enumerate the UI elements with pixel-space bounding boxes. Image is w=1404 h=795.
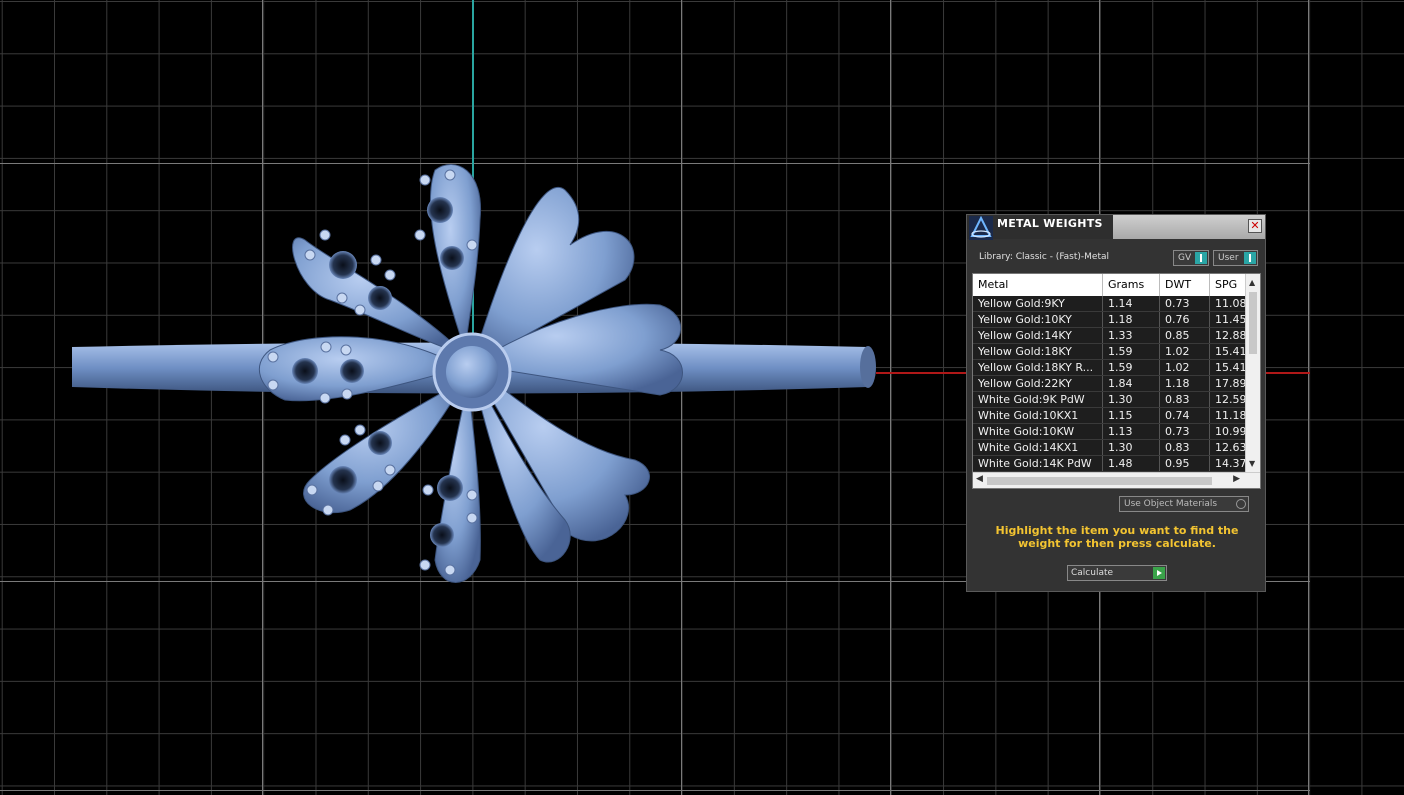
gv-toggle[interactable]: GV: [1173, 250, 1209, 266]
cell-dwt: 0.73: [1160, 296, 1210, 311]
user-toggle[interactable]: User: [1213, 250, 1258, 266]
table-row[interactable]: White Gold:9K PdW 1.30 0.83 12.59: [973, 392, 1245, 408]
table-row[interactable]: White Gold:10KW 1.13 0.73 10.99: [973, 424, 1245, 440]
metal-weights-panel: METAL WEIGHTS ✕ Library: Classic - (Fast…: [966, 214, 1266, 592]
cell-metal: Yellow Gold:22KY: [973, 376, 1103, 391]
column-header-dwt[interactable]: DWT: [1160, 274, 1210, 296]
app-logo-icon: [969, 216, 993, 240]
cell-spg: 10.99: [1210, 424, 1245, 439]
cell-spg: 11.08: [1210, 296, 1245, 311]
calculate-button[interactable]: Calculate: [1067, 565, 1167, 581]
cell-dwt: 0.73: [1160, 424, 1210, 439]
cell-dwt: 0.83: [1160, 392, 1210, 407]
cell-grams: 1.84: [1103, 376, 1160, 391]
cell-grams: 1.59: [1103, 344, 1160, 359]
grid-major-line: [1308, 0, 1309, 795]
table-row[interactable]: Yellow Gold:22KY 1.84 1.18 17.89: [973, 376, 1245, 392]
cell-dwt: 1.02: [1160, 344, 1210, 359]
ring-3d-model[interactable]: [60, 150, 880, 600]
toggle-indicator-icon: [1195, 252, 1207, 264]
use-object-materials-label: Use Object Materials: [1124, 499, 1218, 509]
table-row[interactable]: Yellow Gold:18KY 1.59 1.02 15.41: [973, 344, 1245, 360]
cell-grams: 1.33: [1103, 328, 1160, 343]
toggle-indicator-icon: [1244, 252, 1256, 264]
cell-dwt: 0.83: [1160, 440, 1210, 455]
cell-metal: White Gold:10KX1: [973, 408, 1103, 423]
cell-metal: White Gold:14KX1: [973, 440, 1103, 455]
cell-grams: 1.30: [1103, 392, 1160, 407]
cell-metal: Yellow Gold:18KY: [973, 344, 1103, 359]
vertical-scrollbar[interactable]: ▲ ▼: [1245, 274, 1260, 472]
cell-dwt: 1.02: [1160, 360, 1210, 375]
center-stone-seat: [446, 346, 498, 398]
grid-major-line: [0, 790, 1310, 791]
library-label: Library: Classic - (Fast)-Metal: [979, 252, 1110, 262]
cell-spg: 12.59: [1210, 392, 1245, 407]
grid-major-line: [890, 0, 891, 795]
cell-grams: 1.48: [1103, 456, 1160, 471]
scroll-thumb[interactable]: [1249, 292, 1257, 354]
radio-indicator-icon: [1236, 499, 1246, 509]
table-row[interactable]: Yellow Gold:9KY 1.14 0.73 11.08: [973, 296, 1245, 312]
table-row[interactable]: White Gold:10KX1 1.15 0.74 11.18: [973, 408, 1245, 424]
cell-metal: Yellow Gold:10KY: [973, 312, 1103, 327]
cell-spg: 15.41: [1210, 344, 1245, 359]
user-toggle-label: User: [1218, 253, 1239, 263]
instructions-text: Highlight the item you want to find the …: [995, 524, 1239, 550]
cell-metal: Yellow Gold:9KY: [973, 296, 1103, 311]
use-object-materials-toggle[interactable]: Use Object Materials: [1119, 496, 1249, 512]
scroll-left-icon[interactable]: ◀: [976, 474, 983, 484]
table-row[interactable]: Yellow Gold:18KY R... 1.59 1.02 15.41: [973, 360, 1245, 376]
metal-weights-table[interactable]: Metal Grams DWT SPG Yellow Gold:9KY 1.14 0…: [972, 273, 1261, 489]
table-row[interactable]: Yellow Gold:14KY 1.33 0.85 12.88: [973, 328, 1245, 344]
scroll-right-icon[interactable]: ▶: [1233, 474, 1240, 484]
gv-toggle-label: GV: [1178, 253, 1192, 263]
cell-metal: White Gold:9K PdW: [973, 392, 1103, 407]
cell-metal: Yellow Gold:18KY R...: [973, 360, 1103, 375]
cell-metal: Yellow Gold:14KY: [973, 328, 1103, 343]
cell-dwt: 0.85: [1160, 328, 1210, 343]
table-header: Metal Grams DWT SPG: [973, 274, 1245, 296]
table-row[interactable]: White Gold:14KX1 1.30 0.83 12.63: [973, 440, 1245, 456]
cell-grams: 1.14: [1103, 296, 1160, 311]
table-body: Yellow Gold:9KY 1.14 0.73 11.08 Yellow Gold:…: [973, 296, 1245, 472]
panel-title: METAL WEIGHTS: [997, 217, 1103, 230]
table-row[interactable]: White Gold:14K PdW 1.48 0.95 14.37: [973, 456, 1245, 472]
scroll-up-icon[interactable]: ▲: [1249, 278, 1255, 287]
cell-grams: 1.30: [1103, 440, 1160, 455]
column-header-metal[interactable]: Metal: [973, 274, 1103, 296]
horizontal-scrollbar[interactable]: ◀ ▶: [973, 472, 1260, 488]
cell-grams: 1.13: [1103, 424, 1160, 439]
column-header-spg[interactable]: SPG: [1210, 274, 1250, 296]
cell-dwt: 1.18: [1160, 376, 1210, 391]
cell-spg: 14.37: [1210, 456, 1245, 471]
cell-grams: 1.15: [1103, 408, 1160, 423]
cell-metal: White Gold:14K PdW: [973, 456, 1103, 471]
cell-metal: White Gold:10KW: [973, 424, 1103, 439]
cell-spg: 12.88: [1210, 328, 1245, 343]
cell-grams: 1.59: [1103, 360, 1160, 375]
cell-spg: 12.63: [1210, 440, 1245, 455]
cell-grams: 1.18: [1103, 312, 1160, 327]
cell-spg: 17.89: [1210, 376, 1245, 391]
close-button[interactable]: ✕: [1248, 219, 1262, 233]
cell-spg: 11.18: [1210, 408, 1245, 423]
table-row[interactable]: Yellow Gold:10KY 1.18 0.76 11.45: [973, 312, 1245, 328]
play-arrow-icon: [1153, 567, 1165, 579]
column-header-grams[interactable]: Grams: [1103, 274, 1160, 296]
cell-dwt: 0.76: [1160, 312, 1210, 327]
scroll-down-icon[interactable]: ▼: [1249, 459, 1255, 468]
cell-spg: 15.41: [1210, 360, 1245, 375]
calculate-label: Calculate: [1071, 568, 1114, 578]
cell-dwt: 0.95: [1160, 456, 1210, 471]
cell-spg: 11.45: [1210, 312, 1245, 327]
cell-dwt: 0.74: [1160, 408, 1210, 423]
panel-titlebar[interactable]: METAL WEIGHTS ✕: [967, 215, 1265, 240]
scroll-thumb[interactable]: [987, 477, 1212, 485]
